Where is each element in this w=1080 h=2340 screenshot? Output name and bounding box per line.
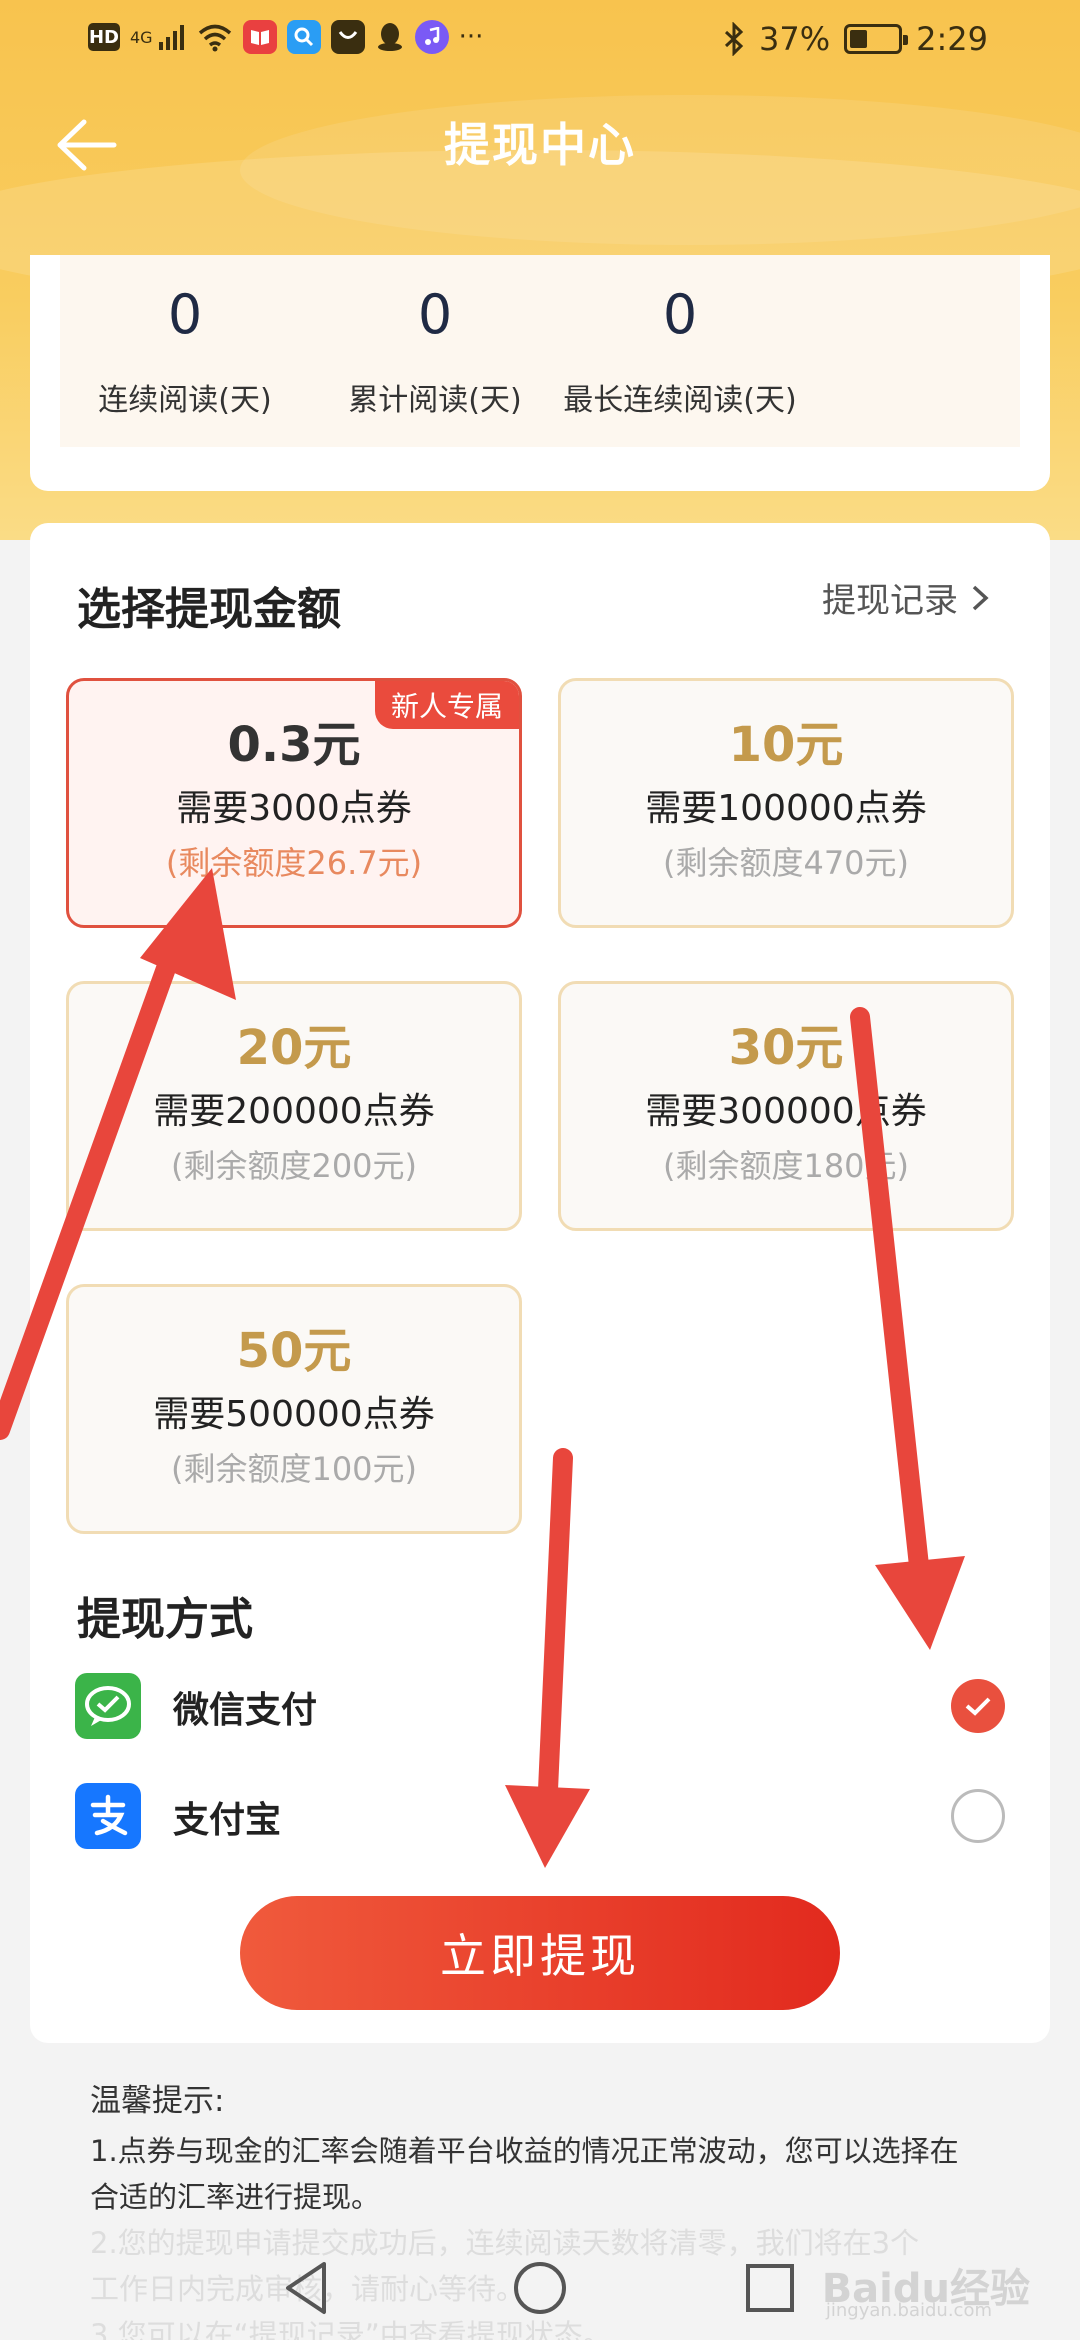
amount-value: 30元 (728, 1020, 844, 1076)
amount-remaining-quota: (剩余额度26.7元) (165, 844, 423, 882)
amount-remaining-quota: (剩余额度100元) (170, 1450, 418, 1488)
stat-label: 最长连续阅读(天) (563, 383, 797, 418)
battery-percent: 37% (759, 20, 831, 58)
bluetooth-icon (724, 22, 744, 56)
nav-recent-square-icon[interactable] (744, 2262, 796, 2314)
page-title: 提现中心 (444, 118, 636, 172)
stat-consecutive-days: 0 连续阅读(天) (60, 255, 310, 447)
wifi-icon (198, 24, 231, 52)
amount-value: 10元 (728, 717, 844, 773)
reading-stats-row: 0 连续阅读(天) 0 累计阅读(天) 0 最长连续阅读(天) (60, 255, 1020, 447)
new-user-badge: 新人专属 (374, 681, 519, 729)
baidu-watermark-url: jingyan.baidu.com (825, 2300, 992, 2321)
chevron-right-icon (972, 585, 989, 610)
withdraw-center-page: HD 4G ··· 37% 2:29 提现中心 0 连续阅读(天) 0 累计阅读… (0, 0, 1080, 2340)
more-icon: ··· (458, 22, 484, 52)
nav-back-triangle-icon[interactable] (282, 2260, 332, 2316)
amount-requirement: 需要3000点券 (176, 788, 412, 829)
checkmark-icon (965, 1697, 991, 1716)
amount-value: 50元 (236, 1323, 352, 1379)
network-type-label: 4G (130, 27, 153, 47)
qq-icon (377, 23, 402, 51)
wechat-radio-checked[interactable] (951, 1679, 1005, 1733)
amount-option-10[interactable]: 10元 需要100000点券 (剩余额度470元) (558, 678, 1014, 928)
reading-stats-card: 0 连续阅读(天) 0 累计阅读(天) 0 最长连续阅读(天) (30, 255, 1050, 491)
huawei-app-icon (330, 20, 365, 54)
amount-requirement: 需要300000点券 (645, 1091, 927, 1132)
stat-total-days: 0 累计阅读(天) (310, 255, 560, 447)
amount-option-0-3[interactable]: 新人专属 0.3元 需要3000点券 (剩余额度26.7元) (66, 678, 522, 928)
amount-requirement: 需要500000点券 (153, 1394, 435, 1435)
status-bar: HD 4G ··· 37% 2:29 (0, 0, 1080, 80)
stat-value: 0 (167, 283, 203, 346)
amount-option-30[interactable]: 30元 需要300000点券 (剩余额度180元) (558, 981, 1014, 1231)
wechat-pay-icon (75, 1673, 141, 1739)
amount-value: 20元 (236, 1020, 352, 1076)
amount-requirement: 需要100000点券 (645, 788, 927, 829)
amount-remaining-quota: (剩余额度200元) (170, 1147, 418, 1185)
alipay-icon (75, 1783, 141, 1849)
tip-line: 1.点券与现金的汇率会随着平台收益的情况正常波动，您可以选择在 (90, 2134, 959, 2168)
pay-section-title: 提现方式 (77, 1594, 253, 1645)
amount-remaining-quota: (剩余额度470元) (662, 844, 910, 882)
status-left-icons: HD 4G ··· (88, 20, 483, 54)
search-app-icon (286, 20, 321, 54)
tips-title: 温馨提示: (90, 2083, 225, 2119)
withdraw-now-button[interactable]: 立即提现 (240, 1896, 840, 2010)
pay-method-alipay[interactable]: 支付宝 (75, 1783, 1005, 1853)
amount-option-20[interactable]: 20元 需要200000点券 (剩余额度200元) (66, 981, 522, 1231)
pay-method-wechat[interactable]: 微信支付 (75, 1673, 1005, 1743)
hd-icon: HD (88, 23, 120, 51)
stat-value: 0 (662, 283, 698, 346)
amount-requirement: 需要200000点券 (153, 1091, 435, 1132)
battery-icon (844, 24, 909, 54)
amount-option-50[interactable]: 50元 需要500000点券 (剩余额度100元) (66, 1284, 522, 1534)
tip-line: 合适的汇率进行提现。 (90, 2180, 381, 2214)
stat-value: 0 (417, 283, 453, 346)
status-right-icons: 37% 2:29 (723, 20, 988, 58)
withdraw-record-label: 提现记录 (822, 581, 958, 621)
music-app-icon (414, 20, 449, 54)
stat-label: 连续阅读(天) (98, 383, 272, 418)
stat-label: 累计阅读(天) (348, 383, 522, 418)
nav-home-circle-icon[interactable] (512, 2260, 568, 2316)
amount-remaining-quota: (剩余额度180元) (662, 1147, 910, 1185)
reader-app-icon (242, 20, 277, 54)
signal-icon (158, 25, 184, 50)
alipay-radio-unchecked[interactable] (951, 1789, 1005, 1843)
pay-method-label: 支付宝 (173, 1800, 282, 1841)
clock-time: 2:29 (916, 20, 988, 58)
withdraw-card: 选择提现金额 提现记录 新人专属 0.3元 需要3000点券 (剩余额度26.7… (30, 523, 1050, 2043)
withdraw-record-link[interactable]: 提现记录 (822, 573, 990, 622)
stat-longest-streak: 0 最长连续阅读(天) (560, 255, 800, 447)
pay-method-label: 微信支付 (173, 1690, 318, 1731)
amount-section-title: 选择提现金额 (77, 584, 341, 635)
